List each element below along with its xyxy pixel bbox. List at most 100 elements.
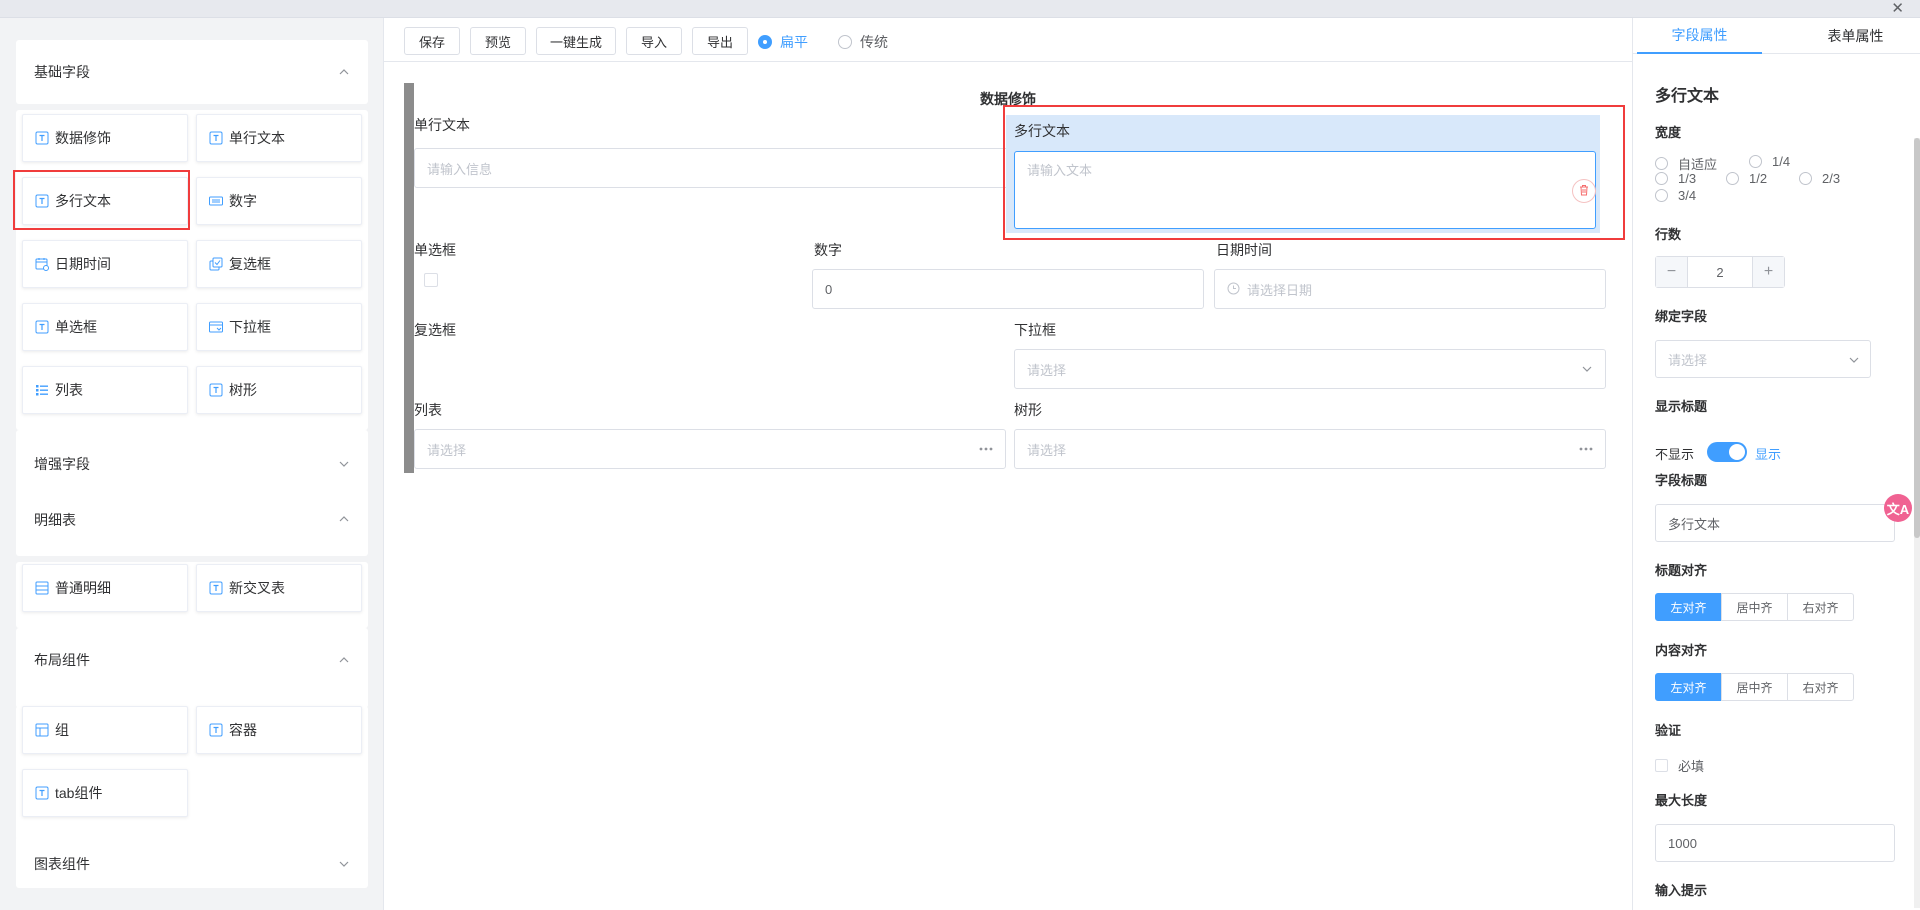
group-icon [35, 723, 49, 737]
show-title-switch[interactable] [1707, 442, 1747, 462]
title-align-left[interactable]: 左对齐 [1655, 593, 1722, 621]
title-align-right[interactable]: 右对齐 [1787, 593, 1854, 621]
palette-item-list[interactable]: 列表 [22, 366, 188, 414]
chevron-up-icon[interactable] [338, 513, 350, 525]
rows-label: 行数 [1655, 227, 1682, 242]
list-label: 列表 [414, 402, 442, 418]
scrollbar-thumb[interactable] [1914, 138, 1920, 538]
show-title-label: 显示标题 [1655, 399, 1708, 414]
section-layout[interactable]: 布局组件 [16, 628, 368, 708]
more-icon[interactable] [1579, 430, 1593, 468]
palette-item-checkbox[interactable]: 复选框 [196, 240, 362, 288]
palette-item-tab[interactable]: tab组件 [22, 769, 188, 817]
radio-label: 2/3 [1822, 171, 1841, 186]
required-checkbox[interactable]: 必填 [1655, 756, 1704, 775]
tab-form-properties[interactable]: 表单属性 [1793, 18, 1918, 54]
clock-icon [1227, 282, 1240, 298]
palette-item-dropdown[interactable]: 下拉框 [196, 303, 362, 351]
radio-dot [1726, 172, 1739, 185]
rows-value[interactable]: 2 [1688, 257, 1752, 287]
preview-button[interactable]: 预览 [470, 27, 526, 55]
tree-select[interactable]: 请选择 [1014, 429, 1606, 469]
section-title: 布局组件 [34, 652, 90, 668]
section-title-enhanced[interactable]: 增强字段 [34, 454, 90, 474]
mode-traditional-radio[interactable]: 传统 [838, 32, 888, 52]
section-enhanced-and-detail: 增强字段 明细表 [16, 430, 368, 556]
width-option-three-quarters[interactable]: 3/4 [1655, 188, 1696, 203]
maxlen-input[interactable]: 1000 [1655, 824, 1895, 862]
single-text-input[interactable]: 请输入信息 [414, 148, 1010, 188]
generate-button[interactable]: 一键生成 [536, 27, 616, 55]
caption-input[interactable]: 多行文本 [1655, 504, 1895, 542]
content-align-group: 左对齐 居中齐 右对齐 [1655, 673, 1854, 701]
content-align-center[interactable]: 居中齐 [1721, 673, 1788, 701]
caption-label: 字段标题 [1655, 473, 1708, 488]
palette-item-label: tab组件 [55, 785, 103, 801]
palette-item-data-decoration[interactable]: 数据修饰 [22, 114, 188, 162]
text-field-icon [209, 723, 223, 737]
palette-item-single-text[interactable]: 单行文本 [196, 114, 362, 162]
palette-item-plain-detail[interactable]: 普通明细 [22, 564, 188, 612]
save-button[interactable]: 保存 [404, 27, 460, 55]
chevron-down-icon[interactable] [338, 858, 350, 870]
palette-item-tree[interactable]: 树形 [196, 366, 362, 414]
section-title-detail[interactable]: 明细表 [34, 510, 76, 530]
palette-item-label: 下拉框 [229, 319, 271, 335]
content-align-left[interactable]: 左对齐 [1655, 673, 1722, 701]
palette-item-container[interactable]: 容器 [196, 706, 362, 754]
export-button[interactable]: 导出 [692, 27, 748, 55]
radio-dot [838, 35, 852, 49]
radio-label: 1/4 [1772, 154, 1791, 169]
switch-on-label: 显示 [1755, 447, 1782, 462]
bind-field-select[interactable]: 请选择 [1655, 340, 1871, 378]
radio-checkbox[interactable] [424, 273, 438, 287]
width-option-half[interactable]: 1/2 [1726, 171, 1767, 186]
tree-placeholder: 请选择 [1027, 442, 1067, 458]
import-button[interactable]: 导入 [626, 27, 682, 55]
chevron-down-icon [1848, 354, 1860, 369]
width-option-third[interactable]: 1/3 [1655, 171, 1696, 186]
rows-stepper: − 2 + [1655, 256, 1785, 288]
palette-item-cross-table[interactable]: 新交叉表 [196, 564, 362, 612]
palette-item-label: 树形 [229, 382, 257, 398]
dropdown-select[interactable]: 请选择 [1014, 349, 1606, 389]
datetime-input[interactable]: 请选择日期 [1214, 269, 1606, 309]
section-basic-fields[interactable]: 基础字段 [16, 40, 368, 104]
datetime-label: 日期时间 [1216, 242, 1272, 258]
palette-item-number[interactable]: 数字 [196, 177, 362, 225]
list-select[interactable]: 请选择 [414, 429, 1006, 469]
title-align-group: 左对齐 居中齐 右对齐 [1655, 593, 1854, 621]
content-align-label: 内容对齐 [1655, 643, 1708, 658]
bind-field-placeholder: 请选择 [1668, 352, 1708, 368]
palette-item-datetime[interactable]: 日期时间 [22, 240, 188, 288]
chevron-up-icon[interactable] [338, 66, 350, 78]
validate-label: 验证 [1655, 723, 1682, 738]
number-icon [209, 194, 223, 208]
more-icon[interactable] [979, 430, 993, 468]
list-placeholder: 请选择 [427, 442, 467, 458]
palette-item-radio[interactable]: 单选框 [22, 303, 188, 351]
width-option-quarter[interactable]: 1/4 [1749, 154, 1790, 169]
palette-item-group[interactable]: 组 [22, 706, 188, 754]
checkbox-icon [209, 257, 223, 271]
minus-icon[interactable]: − [1656, 257, 1688, 287]
radio-dot [1799, 172, 1812, 185]
title-align-label: 标题对齐 [1655, 563, 1708, 578]
translate-icon[interactable]: 文A [1884, 494, 1912, 522]
dropdown-label: 下拉框 [1014, 322, 1056, 338]
number-input[interactable]: 0 [812, 269, 1204, 309]
chevron-up-icon[interactable] [338, 654, 350, 666]
width-option-two-thirds[interactable]: 2/3 [1799, 171, 1840, 186]
tab-field-properties[interactable]: 字段属性 [1637, 18, 1762, 54]
plus-icon[interactable]: + [1752, 257, 1784, 287]
section-title: 基础字段 [34, 64, 90, 80]
title-align-center[interactable]: 居中齐 [1721, 593, 1788, 621]
text-field-icon [35, 131, 49, 145]
properties-scrollbar[interactable] [1914, 138, 1920, 908]
section-title: 图表组件 [34, 856, 90, 872]
content-align-right[interactable]: 右对齐 [1787, 673, 1854, 701]
chevron-down-icon[interactable] [338, 458, 350, 470]
mode-flat-radio[interactable]: 扁平 [758, 32, 808, 52]
close-icon[interactable]: ✕ [1891, 0, 1904, 18]
section-charts[interactable]: 图表组件 [16, 836, 368, 888]
